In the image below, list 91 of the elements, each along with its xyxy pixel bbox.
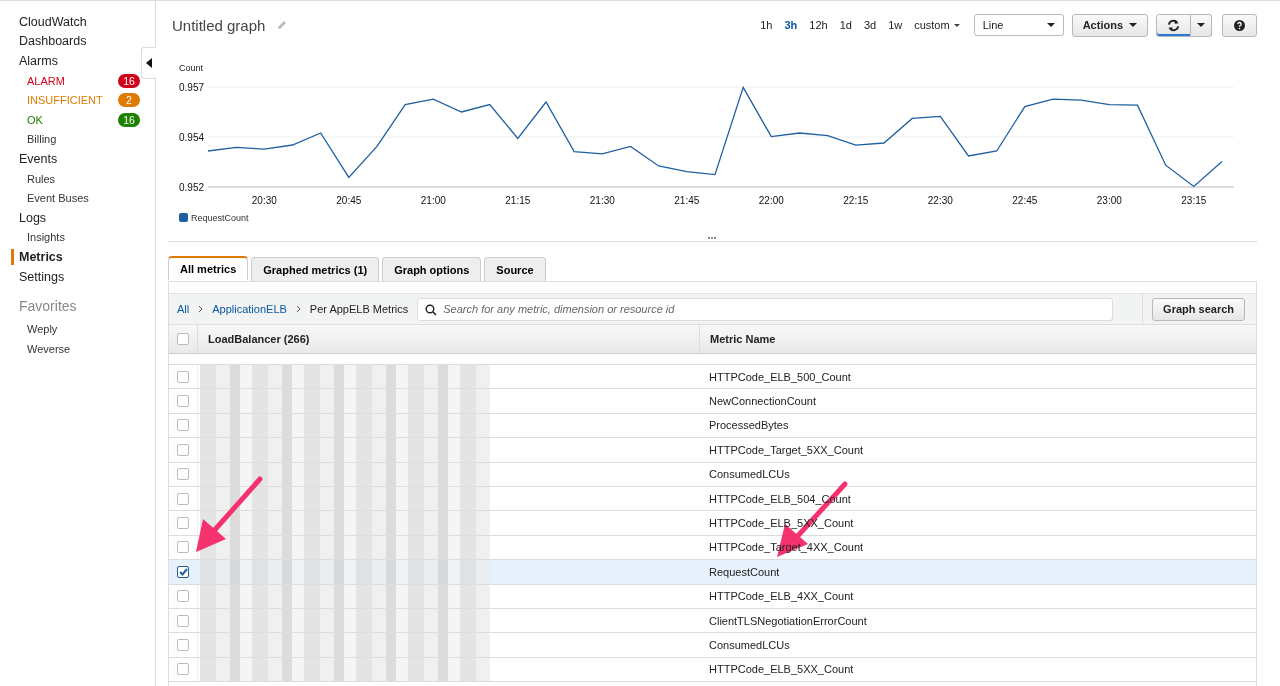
time-range-button[interactable]: 3h	[782, 19, 800, 31]
x-tick-label: 22:45	[1012, 195, 1038, 206]
count-badge: 16	[118, 112, 140, 127]
tab[interactable]: Source	[484, 257, 546, 281]
x-tick-label: 21:00	[420, 195, 446, 206]
axis-label: Count	[179, 63, 204, 73]
help-button[interactable]	[1222, 13, 1257, 37]
column-header[interactable]: Metric Name	[700, 325, 1256, 353]
metric-name: ConsumedLCUs	[709, 468, 790, 481]
breadcrumb-current: Per AppELB Metrics	[309, 303, 409, 315]
pencil-icon[interactable]	[277, 20, 288, 30]
breadcrumb-link[interactable]: ApplicationELB	[212, 303, 287, 315]
chevron-icon	[198, 305, 204, 313]
select-all-checkbox[interactable]	[177, 333, 189, 345]
nav-item[interactable]: Alarms	[19, 51, 140, 71]
row-checkbox[interactable]	[177, 541, 189, 554]
breadcrumb-link[interactable]: All	[177, 303, 190, 315]
x-tick-label: 21:45	[674, 195, 700, 206]
row-checkbox[interactable]	[177, 443, 189, 456]
metric-name: RequestCount	[709, 565, 780, 578]
favorite-item[interactable]: Weply	[19, 319, 140, 339]
time-range-button[interactable]: 1d	[837, 19, 854, 31]
metric-name: HTTPCode_ELB_5XX_Count	[709, 663, 854, 676]
x-tick-label: 22:15	[843, 195, 869, 206]
chart-type-select[interactable]: Line	[973, 14, 1064, 36]
refresh-button[interactable]	[1156, 13, 1191, 37]
tab[interactable]: Graphed metrics (1)	[251, 257, 380, 281]
x-tick-label: 23:15	[1181, 195, 1207, 206]
nav-item[interactable]: ALARM 16	[19, 70, 140, 91]
row-checkbox[interactable]	[177, 517, 189, 530]
row-checkbox[interactable]	[177, 590, 189, 603]
refresh-icon	[1167, 18, 1180, 32]
x-tick-label: 20:45	[336, 195, 362, 206]
triangle-left-icon	[146, 58, 152, 68]
refresh-options-button[interactable]	[1191, 13, 1212, 37]
x-tick-label: 22:00	[758, 195, 784, 206]
legend-label[interactable]: RequestCount	[191, 213, 249, 223]
nav-item[interactable]: Dashboards	[19, 31, 140, 52]
x-tick-label: 20:30	[251, 195, 277, 206]
favorite-item[interactable]: Weverse	[19, 338, 140, 359]
actions-button[interactable]: Actions	[1071, 13, 1148, 37]
tab[interactable]: Graph options	[382, 257, 482, 281]
nav-item[interactable]: Logs	[19, 207, 140, 228]
favorites-heading: Favorites	[19, 298, 78, 315]
nav-item[interactable]: OK 16	[19, 109, 140, 130]
metric-name: ClientTLSNegotiationErrorCount	[709, 614, 867, 627]
nav-item[interactable]: Rules	[19, 168, 140, 189]
row-checkbox[interactable]	[177, 492, 189, 505]
graph-title: Untitled graph	[172, 16, 266, 34]
nav-item[interactable]: Events	[19, 149, 140, 169]
row-checkbox[interactable]	[177, 395, 189, 408]
nav-item[interactable]: Billing	[19, 129, 140, 150]
column-header[interactable]: LoadBalancer (266)	[198, 325, 700, 353]
metric-name: ProcessedBytes	[709, 419, 789, 432]
row-checkbox[interactable]	[177, 419, 189, 432]
search-field[interactable]: Search for any metric, dimension or resource id	[417, 297, 1114, 321]
chevron-icon	[295, 305, 301, 313]
nav-item[interactable]: Event Buses	[19, 188, 140, 208]
graph-search-button[interactable]: Graph search	[1152, 297, 1245, 321]
count-badge: 16	[118, 73, 140, 88]
time-range-button[interactable]: 1w	[886, 19, 905, 31]
row-checkbox[interactable]	[177, 468, 189, 481]
x-tick-label: 21:30	[589, 195, 615, 206]
time-range-button[interactable]: 1h	[758, 19, 775, 31]
time-range-button[interactable]: 3d	[861, 19, 879, 31]
row-checkbox[interactable]	[177, 370, 189, 383]
help-icon	[1234, 19, 1245, 31]
x-tick-label: 23:00	[1096, 195, 1122, 206]
metric-name: NewConnectionCount	[709, 395, 816, 408]
count-badge: 2	[118, 93, 140, 108]
metric-name: HTTPCode_ELB_4XX_Count	[709, 590, 854, 603]
x-tick-label: 21:15	[505, 195, 531, 206]
y-tick-label: 0.952	[179, 182, 205, 193]
nav-item[interactable]: Settings	[19, 266, 140, 287]
y-tick-label: 0.954	[179, 132, 205, 143]
nav-item[interactable]: CloudWatch	[19, 12, 140, 32]
row-checkbox[interactable]	[177, 614, 189, 627]
row-checkbox[interactable]	[177, 565, 189, 578]
custom-range-dropdown[interactable]: custom	[912, 19, 962, 31]
x-tick-label: 22:30	[927, 195, 953, 206]
collapse-button[interactable]	[141, 47, 156, 79]
metric-name: HTTPCode_ELB_500_Count	[709, 370, 851, 383]
nav-item[interactable]: Metrics	[11, 248, 140, 265]
tab[interactable]: All metrics	[168, 256, 249, 280]
time-range-button[interactable]: 12h	[807, 19, 830, 31]
metric-name: ConsumedLCUs	[709, 639, 790, 651]
row-checkbox[interactable]	[177, 663, 189, 676]
nav-item[interactable]: Insights	[19, 227, 140, 248]
metric-name: HTTPCode_Target_5XX_Count	[709, 443, 864, 456]
row-checkbox[interactable]	[177, 639, 189, 651]
y-tick-label: 0.957	[179, 82, 205, 93]
